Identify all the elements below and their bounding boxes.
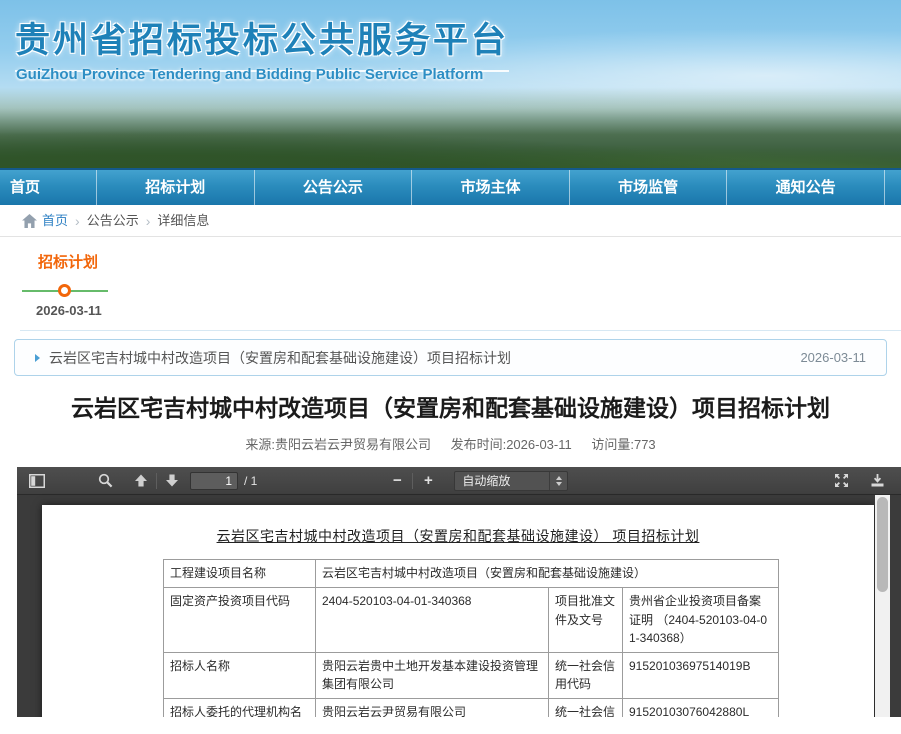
timeline-node[interactable] (58, 284, 71, 297)
sidebar-toggle-button[interactable] (25, 470, 49, 492)
article-title: 云岩区宅吉村城中村改造项目（安置房和配套基础设施建设）项目招标计划 (28, 392, 873, 425)
pdf-table-cell: 工程建设项目名称 (164, 560, 316, 588)
zoom-in-button[interactable]: + (416, 470, 440, 492)
pdf-table-cell: 固定资产投资项目代码 (164, 587, 316, 652)
search-button[interactable] (93, 470, 117, 492)
nav-item-announcements[interactable]: 公告公示 (255, 170, 413, 205)
page-count-label: / 1 (244, 474, 257, 488)
notice-list-item[interactable]: 云岩区宅吉村城中村改造项目（安置房和配套基础设施建设）项目招标计划 2026-0… (14, 339, 887, 376)
pdf-table-cell: 贵阳云岩云尹贸易有限公司 (316, 698, 549, 717)
article-view-count: 访问量:773 (591, 437, 655, 452)
pdf-scrollbar[interactable] (875, 495, 890, 717)
breadcrumb-separator: › (75, 205, 80, 237)
site-subtitle-english: GuiZhou Province Tendering and Bidding P… (16, 66, 483, 83)
article-meta: 来源:贵阳云岩云尹贸易有限公司 发布时间:2026-03-11 访问量:773 (0, 434, 901, 453)
pdf-scrollbar-thumb[interactable] (877, 497, 888, 592)
pdf-table-row: 招标人名称贵阳云岩贵中土地开发基本建设投资管理集团有限公司统一社会信用代码915… (164, 652, 779, 698)
nav-item-market-supervision[interactable]: 市场监管 (570, 170, 728, 205)
toolbar-separator (412, 473, 413, 489)
pdf-table-row: 招标人委托的代理机构名称贵阳云岩云尹贸易有限公司统一社会信用代码91520103… (164, 698, 779, 717)
timeline-category-label: 招标计划 (38, 251, 901, 272)
pdf-viewport: 云岩区宅吉村城中村改造项目（安置房和配套基础设施建设） 项目招标计划 工程建设项… (17, 495, 901, 717)
pdf-table-body: 工程建设项目名称云岩区宅吉村城中村改造项目（安置房和配套基础设施建设）固定资产投… (164, 560, 779, 718)
page-down-button[interactable] (160, 470, 184, 492)
nav-tail (885, 170, 901, 205)
page-up-button[interactable] (129, 470, 153, 492)
pdf-table-cell: 统一社会信用代码 (549, 698, 623, 717)
pdf-page: 云岩区宅吉村城中村改造项目（安置房和配套基础设施建设） 项目招标计划 工程建设项… (42, 505, 874, 717)
select-arrows-icon (549, 472, 567, 490)
notice-title: 云岩区宅吉村城中村改造项目（安置房和配套基础设施建设）项目招标计划 (49, 348, 788, 368)
pdf-table-cell: 统一社会信用代码 (549, 652, 623, 698)
pdf-table-cell: 项目批准文件及文号 (549, 587, 623, 652)
download-button[interactable] (865, 470, 889, 492)
article-source: 来源:贵阳云岩云尹贸易有限公司 (245, 437, 431, 452)
home-icon (22, 214, 37, 228)
download-icon (870, 473, 885, 488)
breadcrumb-item-announcements[interactable]: 公告公示 (87, 205, 139, 237)
nav-item-notices[interactable]: 通知公告 (727, 170, 885, 205)
pdf-table-cell: 贵阳云岩贵中土地开发基本建设投资管理集团有限公司 (316, 652, 549, 698)
pdf-table-cell: 招标人委托的代理机构名称 (164, 698, 316, 717)
breadcrumb-item-current: 详细信息 (157, 205, 209, 237)
page-down-icon (165, 474, 179, 487)
pdf-toolbar: / 1 − + 自动缩放 (17, 467, 901, 495)
breadcrumb-link-home[interactable]: 首页 (42, 205, 68, 237)
breadcrumb-separator: › (146, 205, 151, 237)
page-number-input[interactable] (190, 472, 238, 490)
nav-item-bidding-plan[interactable]: 招标计划 (97, 170, 255, 205)
zoom-out-icon: − (393, 473, 402, 488)
presentation-mode-button[interactable] (829, 470, 853, 492)
fullscreen-icon (834, 473, 849, 488)
pdf-table: 工程建设项目名称云岩区宅吉村城中村改造项目（安置房和配套基础设施建设）固定资产投… (163, 559, 779, 717)
pdf-table-cell: 云岩区宅吉村城中村改造项目（安置房和配套基础设施建设） (316, 560, 779, 588)
pdf-table-cell: 招标人名称 (164, 652, 316, 698)
zoom-out-button[interactable]: − (385, 470, 409, 492)
zoom-mode-select[interactable]: 自动缩放 (454, 471, 568, 491)
pdf-table-cell: 2404-520103-04-01-340368 (316, 587, 549, 652)
nav-item-home[interactable]: 首页 (0, 170, 97, 205)
nav-item-market-entities[interactable]: 市场主体 (412, 170, 570, 205)
pdf-viewer: / 1 − + 自动缩放 (17, 467, 901, 717)
article-publish-time: 发布时间:2026-03-11 (451, 437, 572, 452)
section-divider (20, 330, 901, 331)
bullet-arrow-icon (35, 354, 40, 362)
main-nav: 首页 招标计划 公告公示 市场主体 市场监管 通知公告 (0, 168, 901, 205)
zoom-in-icon: + (424, 473, 433, 488)
site-title: 贵州省招标投标公共服务平台 (15, 12, 509, 72)
timeline-date: 2026-03-11 (36, 303, 901, 318)
sidebar-toggle-icon (29, 474, 45, 488)
breadcrumb: 首页 › 公告公示 › 详细信息 (0, 205, 901, 237)
search-icon (98, 473, 113, 488)
pdf-table-row: 固定资产投资项目代码2404-520103-04-01-340368项目批准文件… (164, 587, 779, 652)
timeline-track (22, 284, 108, 297)
pdf-table-row: 工程建设项目名称云岩区宅吉村城中村改造项目（安置房和配套基础设施建设） (164, 560, 779, 588)
notice-date: 2026-03-11 (800, 350, 866, 365)
page-up-icon (134, 474, 148, 487)
zoom-mode-value: 自动缩放 (455, 472, 549, 489)
pdf-table-cell: 贵州省企业投资项目备案证明 （2404-520103-04-01-340368） (623, 587, 779, 652)
pdf-table-cell: 91520103697514019B (623, 652, 779, 698)
timeline-section: 招标计划 2026-03-11 (0, 237, 901, 330)
site-banner: 贵州省招标投标公共服务平台 GuiZhou Province Tendering… (0, 0, 901, 168)
pdf-table-cell: 91520103076042880L (623, 698, 779, 717)
toolbar-separator (156, 473, 157, 489)
pdf-document-title: 云岩区宅吉村城中村改造项目（安置房和配套基础设施建设） 项目招标计划 (42, 526, 874, 546)
